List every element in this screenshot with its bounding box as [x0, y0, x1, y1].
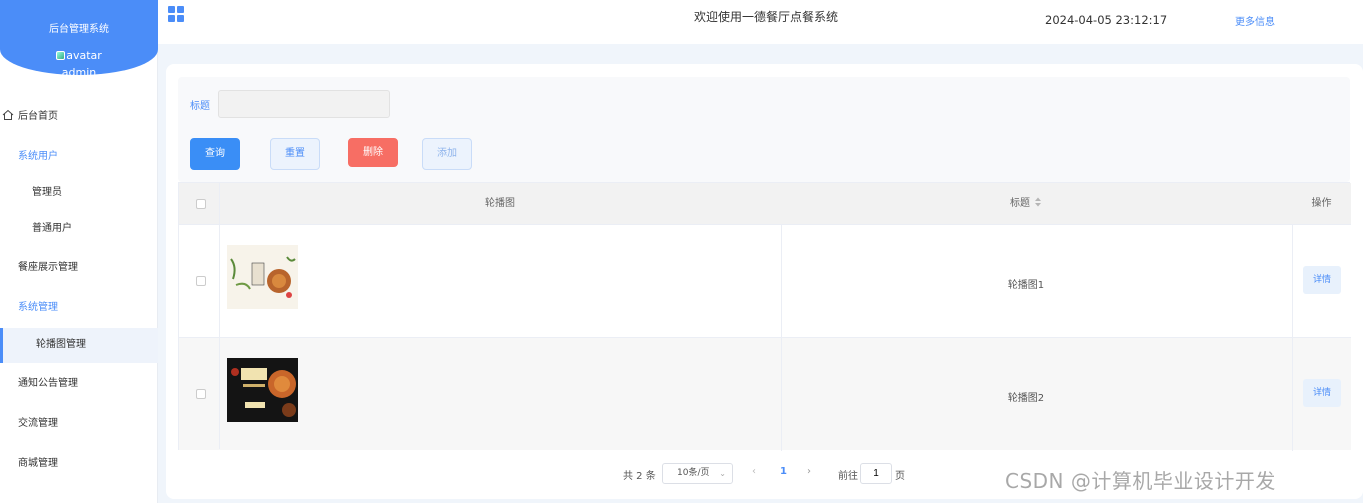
sidebar: 后台管理系统 avatar admin 后台首页 系统用户 管理员 普通用户 餐… — [0, 0, 158, 503]
column-header-actions: 操作 — [1311, 198, 1332, 209]
sidebar-item-label: 管理员 — [32, 187, 62, 198]
sidebar-item-label: 餐座展示管理 — [18, 262, 78, 273]
sidebar-item-label: 普通用户 — [32, 223, 72, 234]
delete-button[interactable]: 删除 — [348, 138, 398, 167]
sidebar-item-carousel[interactable]: 轮播图管理 — [0, 328, 158, 363]
page-title: 欢迎使用一德餐厅点餐系统 — [694, 10, 839, 24]
top-bar: 欢迎使用一德餐厅点餐系统 2024-04-05 23:12:17 更多信息 — [158, 0, 1363, 44]
sort-icon[interactable] — [1034, 197, 1042, 207]
home-icon — [2, 109, 14, 120]
carousel-image-1 — [227, 245, 298, 309]
sidebar-group-system-management[interactable]: 系统管理 — [0, 291, 158, 325]
sidebar-item-home[interactable]: 后台首页 — [0, 100, 158, 134]
goto-label: 前往 — [838, 471, 858, 482]
chevron-down-icon: ⌄ — [719, 469, 726, 478]
row-checkbox[interactable] — [196, 276, 206, 286]
avatar-alt-text: avatar — [66, 49, 102, 62]
query-button[interactable]: 查询 — [190, 138, 240, 170]
column-title-text: 标题 — [1010, 198, 1030, 209]
sidebar-item-normal-users[interactable]: 普通用户 — [0, 212, 158, 246]
pagination-total: 共 2 条 — [623, 471, 656, 482]
detail-button[interactable]: 详情 — [1303, 379, 1341, 407]
page-size-value: 10条/页 — [677, 468, 710, 478]
broken-image-icon — [56, 51, 66, 60]
add-button[interactable]: 添加 — [422, 138, 472, 170]
carousel-thumbnail — [227, 358, 298, 422]
current-datetime: 2024-04-05 23:12:17 — [1045, 13, 1168, 27]
carousel-table: 轮播图 标题 操作 轮播图1 详情 轮播图2 详情 — [178, 182, 1351, 451]
reset-button[interactable]: 重置 — [270, 138, 320, 170]
sidebar-item-label: 系统管理 — [18, 302, 58, 313]
prev-page-button[interactable]: ‹ — [752, 466, 756, 477]
column-divider — [219, 183, 220, 449]
sidebar-item-forum[interactable]: 交流管理 — [0, 407, 158, 441]
sidebar-item-notices[interactable]: 通知公告管理 — [0, 367, 158, 401]
select-all-checkbox[interactable] — [196, 199, 206, 209]
row-title: 轮播图1 — [1007, 280, 1045, 291]
goto-page-input[interactable] — [860, 463, 892, 484]
system-name: 后台管理系统 — [49, 24, 109, 35]
page-suffix-label: 页 — [895, 471, 905, 482]
menu-grid-icon[interactable] — [168, 6, 184, 22]
next-page-button[interactable]: › — [807, 466, 811, 477]
carousel-thumbnail — [227, 245, 298, 309]
title-filter-input[interactable] — [218, 90, 390, 118]
sidebar-item-admins[interactable]: 管理员 — [0, 176, 158, 210]
column-header-title[interactable]: 标题 — [781, 183, 1271, 225]
sidebar-item-label: 系统用户 — [18, 151, 58, 162]
row-title: 轮播图2 — [1007, 393, 1045, 404]
username: admin — [61, 66, 97, 79]
sidebar-item-seat-display[interactable]: 餐座展示管理 — [0, 251, 158, 285]
column-divider — [1292, 225, 1293, 451]
sidebar-item-label: 交流管理 — [18, 418, 58, 429]
page-number-current[interactable]: 1 — [780, 466, 787, 477]
avatar: avatar — [0, 49, 158, 62]
table-header: 轮播图 标题 操作 — [179, 183, 1351, 225]
table-row: 轮播图1 详情 — [179, 225, 1351, 338]
sidebar-header: 后台管理系统 avatar admin — [0, 0, 158, 79]
more-info-link[interactable]: 更多信息 — [1235, 13, 1275, 28]
title-filter-label: 标题 — [190, 101, 210, 112]
sidebar-item-label: 通知公告管理 — [18, 378, 78, 389]
table-row: 轮播图2 详情 — [179, 338, 1351, 450]
row-checkbox[interactable] — [196, 389, 206, 399]
carousel-image-2 — [227, 358, 298, 422]
detail-button[interactable]: 详情 — [1303, 266, 1341, 294]
column-header-image: 轮播图 — [485, 198, 515, 209]
page-size-select[interactable]: 10条/页 ⌄ — [662, 463, 733, 484]
sidebar-item-label: 后台首页 — [18, 111, 58, 122]
sidebar-item-label: 轮播图管理 — [36, 339, 86, 350]
watermark-text: CSDN @计算机毕业设计开发 — [1005, 469, 1276, 493]
column-divider — [781, 225, 782, 451]
sidebar-group-system-users[interactable]: 系统用户 — [0, 140, 158, 174]
